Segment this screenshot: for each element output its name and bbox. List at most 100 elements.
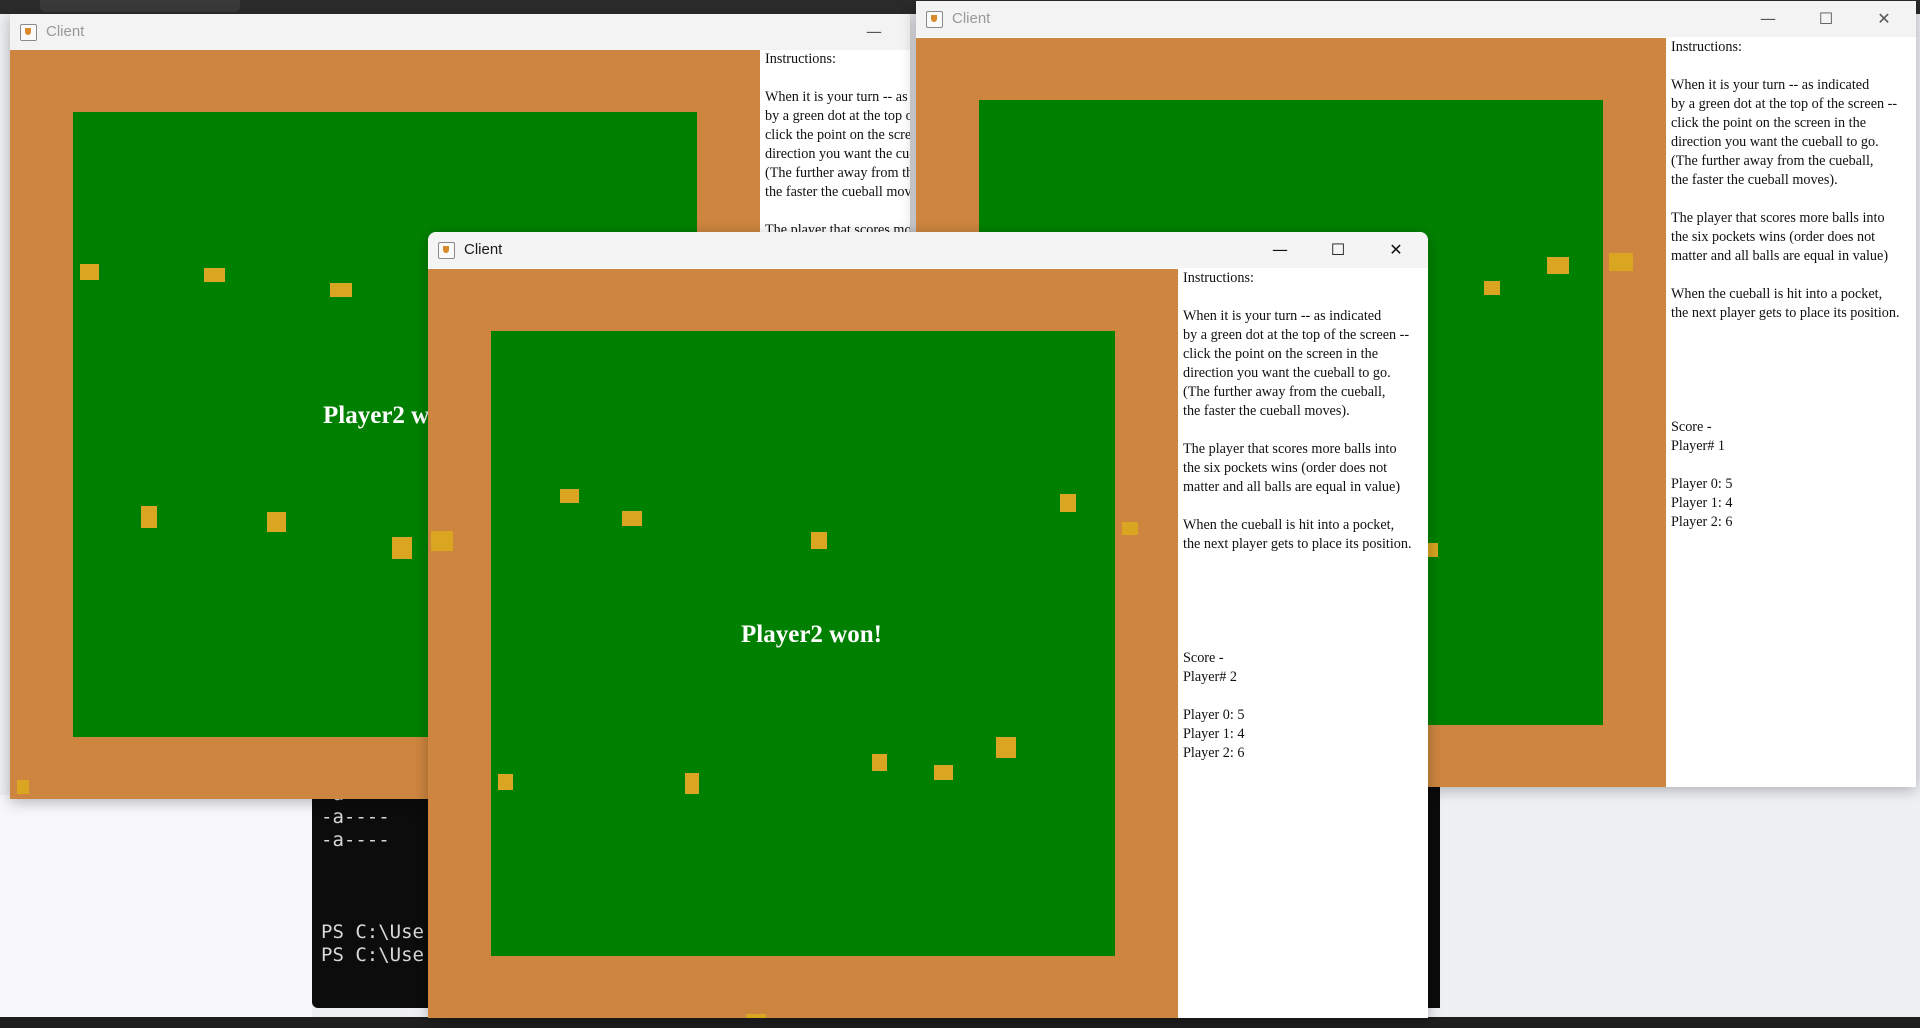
instructions-line: When it is your turn -- as indicated: [765, 89, 910, 105]
ball: [1122, 522, 1138, 535]
score-line: Player 1: 4: [1183, 726, 1245, 742]
ball: [431, 531, 453, 551]
window-title: Client: [952, 10, 991, 27]
score-line: Player 0: 5: [1671, 476, 1733, 492]
instructions-line: click the point on the screen in the: [765, 127, 910, 143]
ball: [330, 283, 352, 297]
maximize-button[interactable]: ☐: [1798, 1, 1854, 37]
instructions-line: [1183, 497, 1428, 516]
ball: [622, 511, 642, 526]
ball: [392, 537, 412, 559]
instructions-line: by a green dot at the top of the screen …: [765, 108, 910, 124]
score-line: Player 0: 5: [1183, 707, 1245, 723]
instructions-line: [1671, 57, 1916, 76]
instructions-line: When it is your turn -- as indicated: [1671, 77, 1870, 93]
instructions-line: (The further away from the cueball,: [1183, 384, 1386, 400]
score-heading: Score -: [1183, 650, 1224, 666]
instructions-line: [765, 202, 910, 221]
ball: [811, 532, 827, 549]
ball: [80, 264, 99, 280]
minimize-button[interactable]: —: [1252, 232, 1308, 268]
ball: [1060, 494, 1076, 512]
maximize-button[interactable]: ☐: [1310, 232, 1366, 268]
win-message: Player2 w: [323, 402, 430, 429]
instructions-line: matter and all balls are equal in value): [1183, 479, 1401, 495]
terminal-line: -a----: [321, 806, 390, 828]
ball: [996, 737, 1016, 758]
instructions-line: The player that scores more balls into: [1183, 441, 1397, 457]
instructions-line: direction you want the cueball to go.: [765, 146, 910, 162]
ball: [267, 512, 286, 532]
java-icon: [20, 24, 37, 41]
taskbar: [0, 1017, 1920, 1028]
score-line: Player 2: 6: [1183, 745, 1245, 761]
ball: [934, 765, 953, 780]
ball: [17, 780, 29, 794]
score-line: Player 1: 4: [1671, 495, 1733, 511]
title-bar[interactable]: Client —: [10, 14, 910, 50]
terminal-prompt: PS C:\Use: [321, 944, 424, 966]
terminal-line: -a----: [321, 829, 390, 851]
ball: [141, 506, 157, 528]
instructions-line: (The further away from the cueball,: [1671, 153, 1874, 169]
instructions-line: the six pockets wins (order does not: [1183, 460, 1388, 476]
score-heading: Score -: [1671, 419, 1712, 435]
score-line: Player 2: 6: [1671, 514, 1733, 530]
ball: [746, 1014, 766, 1018]
instructions-line: the faster the cueball moves).: [1183, 403, 1350, 419]
desktop-background: [0, 795, 312, 1020]
instructions-line: the six pockets wins (order does not: [1671, 229, 1876, 245]
instructions-line: Instructions:: [765, 51, 836, 67]
current-player: Player# 2: [1183, 669, 1237, 685]
instructions-line: matter and all balls are equal in value): [1671, 248, 1889, 264]
current-player: Player# 1: [1671, 438, 1725, 454]
instructions-line: [765, 69, 910, 88]
instructions-line: click the point on the screen in the: [1183, 346, 1379, 362]
instructions-line: [1671, 266, 1916, 285]
instructions-line: Instructions:: [1671, 39, 1742, 55]
instructions-line: [1671, 190, 1916, 209]
instructions-line: direction you want the cueball to go.: [1671, 134, 1879, 150]
ball: [1609, 253, 1633, 271]
instructions-line: the next player gets to place its positi…: [1671, 305, 1900, 321]
instructions-panel: Instructions: When it is your turn -- as…: [1180, 269, 1428, 1018]
instructions-line: the next player gets to place its positi…: [1183, 536, 1412, 552]
minimize-button[interactable]: —: [846, 14, 902, 50]
terminal-prompt: PS C:\Use: [321, 921, 424, 943]
taskbar-tab: [40, 0, 240, 12]
instructions-line: Instructions:: [1183, 270, 1254, 286]
title-bar[interactable]: Client — ☐ ✕: [428, 232, 1428, 268]
client-window-front[interactable]: Client — ☐ ✕ Player2 won! Instructions: …: [428, 232, 1428, 1018]
ball: [204, 268, 225, 282]
instructions-line: When the cueball is hit into a pocket,: [1671, 286, 1883, 302]
ball: [1547, 257, 1569, 274]
instructions-line: (The further away from the cueball,: [765, 165, 910, 181]
win-message: Player2 won!: [741, 621, 882, 648]
minimize-button[interactable]: —: [1740, 1, 1796, 37]
ball: [498, 774, 513, 790]
instructions-panel: Instructions: When it is your turn -- as…: [1668, 38, 1916, 787]
instructions-line: by a green dot at the top of the screen …: [1671, 96, 1898, 112]
close-button[interactable]: ✕: [1856, 1, 1912, 37]
pool-table[interactable]: Player2 won!: [428, 269, 1178, 1018]
java-icon: [926, 11, 943, 28]
ball: [685, 773, 699, 794]
window-title: Client: [46, 23, 85, 40]
instructions-line: the faster the cueball moves).: [765, 184, 910, 200]
instructions-line: When it is your turn -- as indicated: [1183, 308, 1382, 324]
instructions-line: direction you want the cueball to go.: [1183, 365, 1391, 381]
ball: [1484, 281, 1500, 295]
instructions-line: by a green dot at the top of the screen …: [1183, 327, 1410, 343]
instructions-line: [1183, 421, 1428, 440]
instructions-line: the faster the cueball moves).: [1671, 172, 1838, 188]
close-button[interactable]: ✕: [1368, 232, 1424, 268]
instructions-line: When the cueball is hit into a pocket,: [1183, 517, 1395, 533]
ball: [560, 489, 579, 503]
window-title: Client: [464, 241, 503, 258]
instructions-line: click the point on the screen in the: [1671, 115, 1867, 131]
instructions-panel: Instructions: When it is your turn -- as…: [762, 50, 910, 250]
instructions-line: The player that scores more balls into: [1671, 210, 1885, 226]
instructions-line: [1183, 288, 1428, 307]
ball: [872, 754, 887, 771]
title-bar[interactable]: Client — ☐ ✕: [916, 1, 1916, 37]
